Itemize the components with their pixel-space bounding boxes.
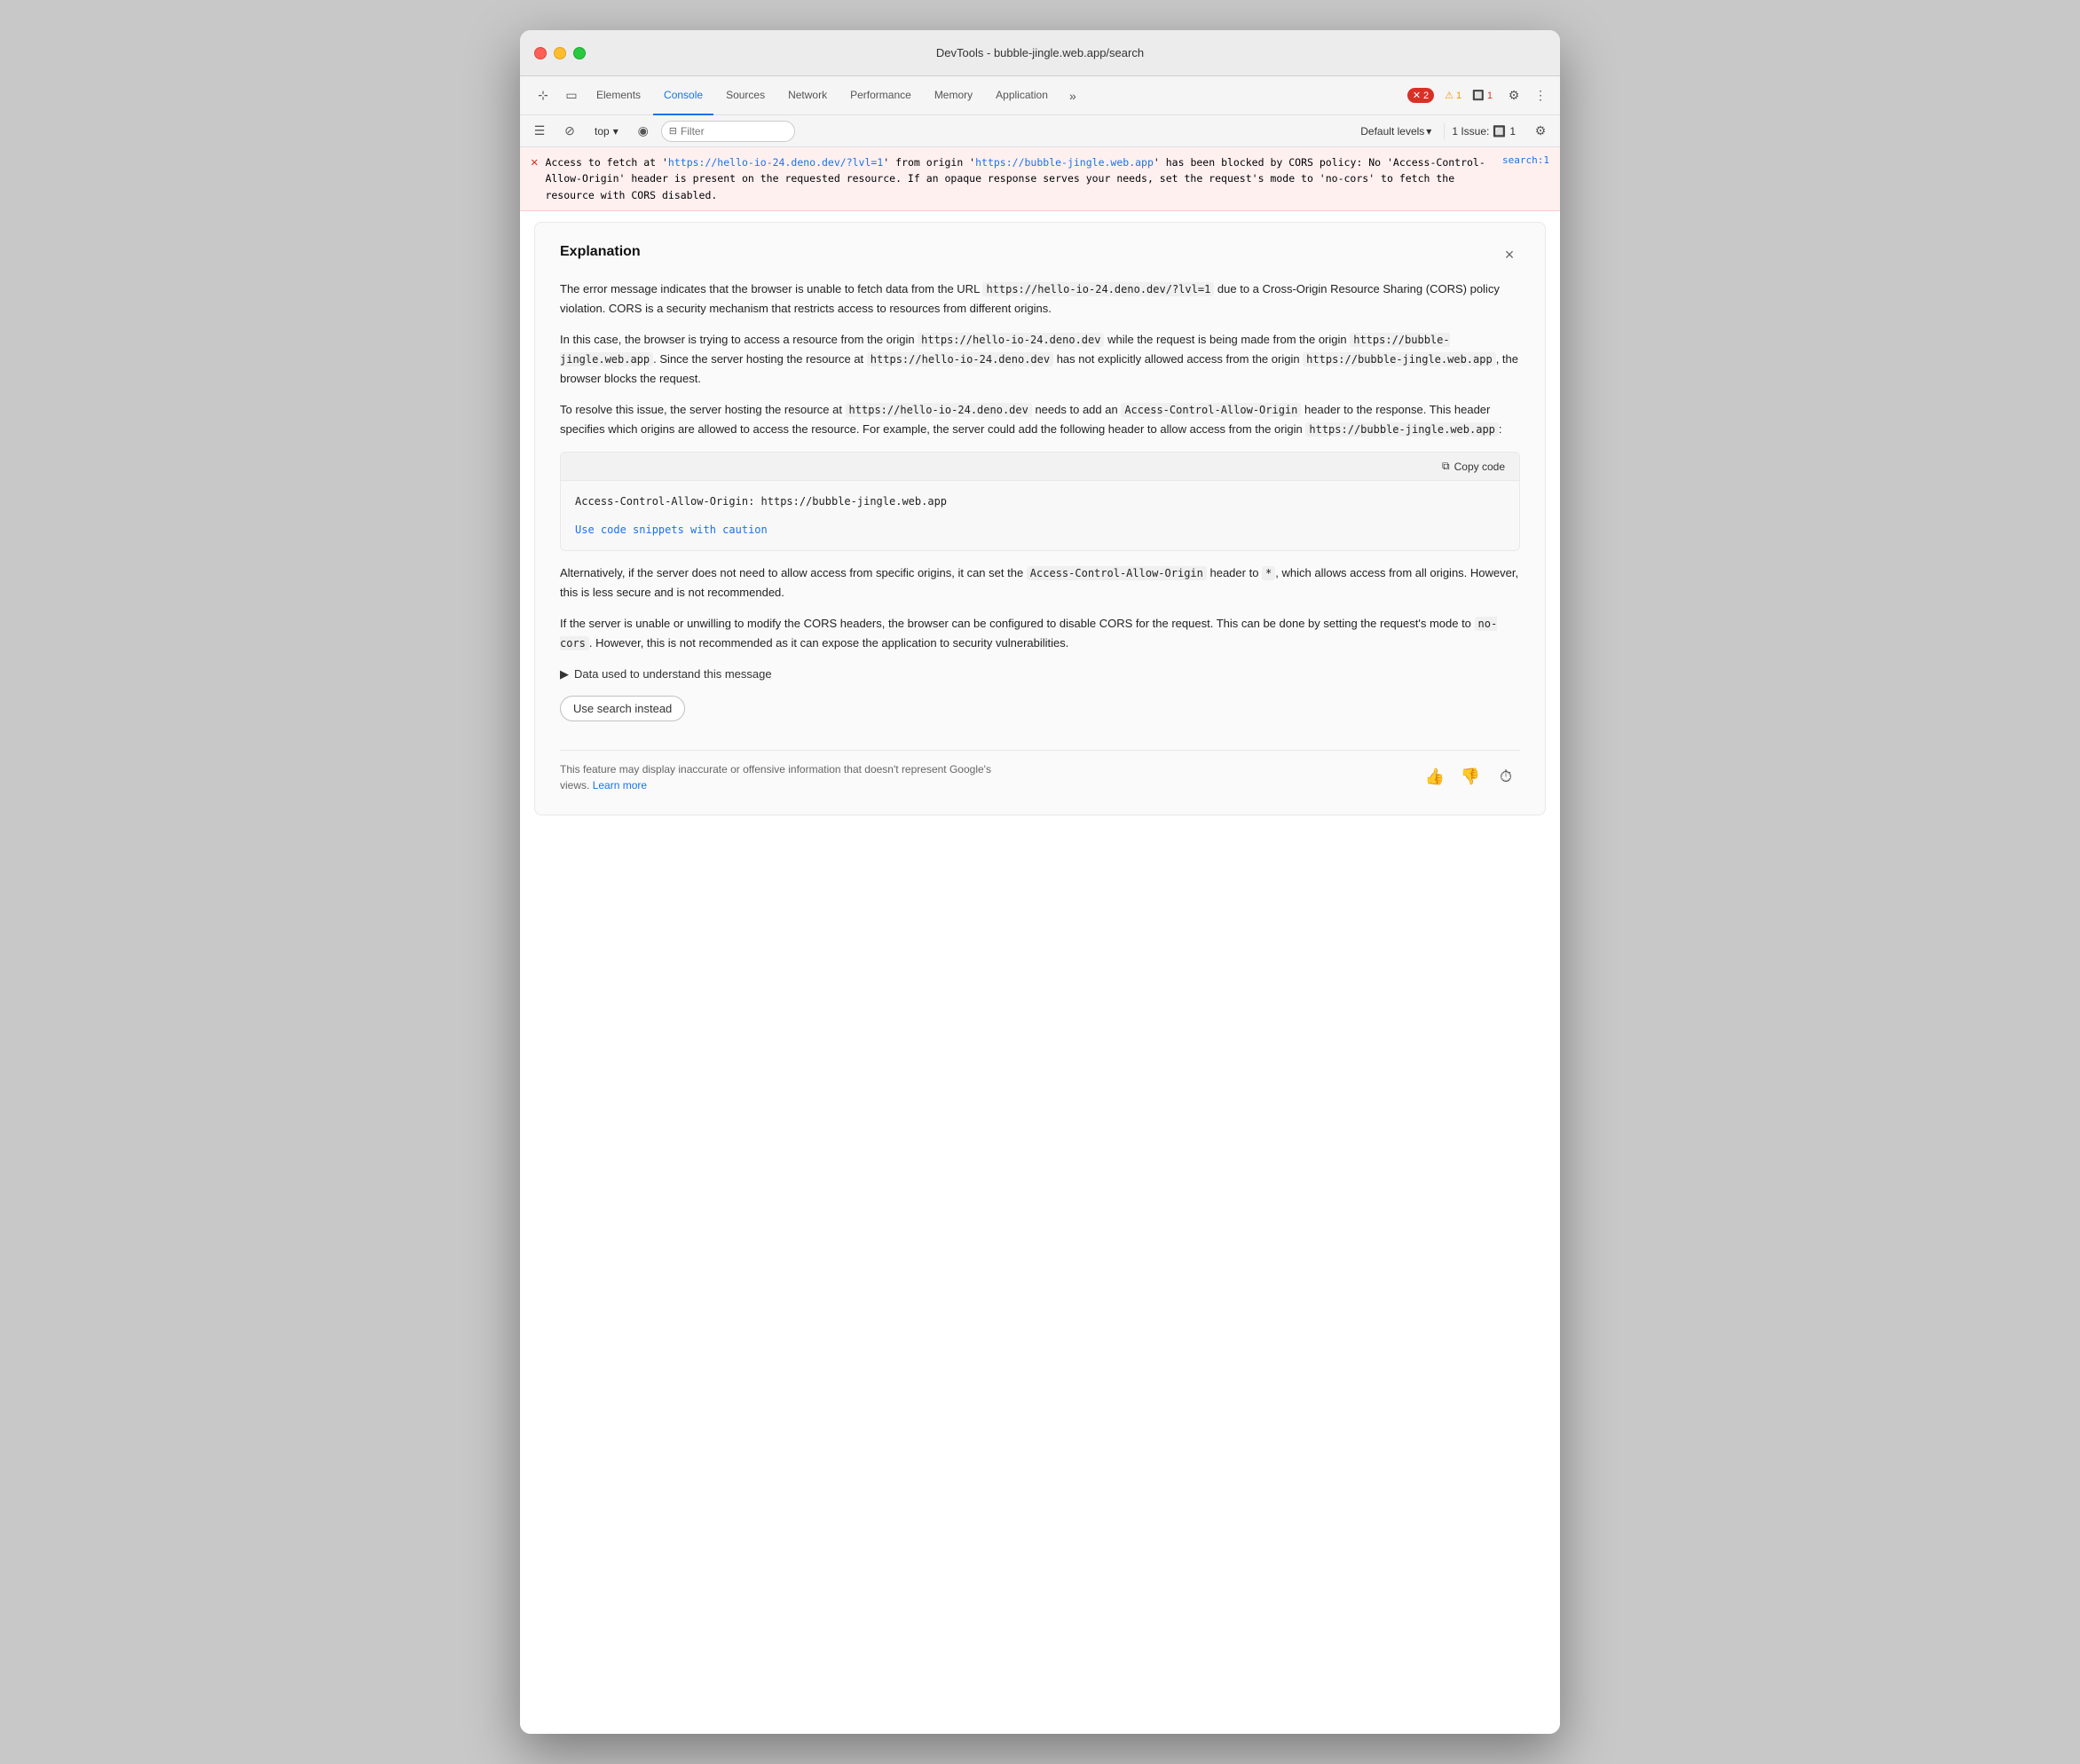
issues-count: 1 [1509, 125, 1516, 138]
use-search-button[interactable]: Use search instead [560, 696, 685, 721]
levels-dropdown-icon: ▾ [1426, 125, 1431, 138]
badge-group: ✕ 2 ⚠ 1 🔲 1 [1407, 88, 1493, 103]
copy-code-button[interactable]: ⧉ Copy code [1437, 458, 1510, 475]
para5-code: no-cors [560, 617, 1497, 650]
code-block-header: ⧉ Copy code [561, 453, 1519, 481]
minimize-window-button[interactable] [554, 47, 566, 59]
error-count: 2 [1423, 91, 1429, 101]
default-levels-label: Default levels [1360, 125, 1424, 138]
tab-performance[interactable]: Performance [839, 76, 922, 115]
device-icon[interactable]: ▭ [559, 83, 584, 108]
console-sub-toolbar: ☰ ⊘ top ▾ ◉ ⊟ Default levels ▾ 1 Issue: … [520, 115, 1560, 147]
para1-url: https://hello-io-24.deno.dev/?lvl=1 [982, 282, 1214, 296]
tab-network[interactable]: Network [777, 76, 838, 115]
console-settings-icon[interactable]: ⚙ [1528, 119, 1553, 144]
issues-section[interactable]: 1 Issue: 🔲 1 [1444, 123, 1523, 139]
warn-count: 1 [1456, 91, 1462, 101]
report-button[interactable]: ⏱ [1492, 763, 1520, 791]
explanation-card: Explanation × The error message indicate… [534, 222, 1546, 815]
copy-icon: ⧉ [1442, 460, 1450, 473]
traffic-lights [534, 47, 586, 59]
footer-actions: 👍 👎 ⏱ [1421, 763, 1520, 791]
code-block: ⧉ Copy code Access-Control-Allow-Origin:… [560, 452, 1520, 551]
thumbs-up-button[interactable]: 👍 [1421, 763, 1449, 791]
filter-input-container[interactable]: ⊟ [661, 121, 795, 142]
filter-input[interactable] [681, 125, 787, 138]
issue-count: 1 [1487, 91, 1493, 101]
para2-url3: https://hello-io-24.deno.dev [867, 352, 1053, 366]
thumbs-down-button[interactable]: 👎 [1456, 763, 1485, 791]
context-selector[interactable]: top ▾ [587, 120, 626, 143]
filter-icon: ⊟ [669, 125, 677, 137]
error-url2-link[interactable]: https://bubble-jingle.web.app [975, 156, 1154, 169]
para4-code2: * [1262, 566, 1275, 580]
more-tabs-icon[interactable]: » [1060, 83, 1085, 108]
console-content: ✕ Access to fetch at 'https://hello-io-2… [520, 147, 1560, 1734]
explanation-para5: If the server is unable or unwilling to … [560, 614, 1520, 653]
para3-code1: Access-Control-Allow-Origin [1121, 403, 1301, 417]
context-label: top [595, 125, 610, 138]
card-footer: This feature may display inaccurate or o… [560, 750, 1520, 793]
warn-icon: ⚠ [1445, 90, 1454, 101]
card-title: Explanation [560, 244, 641, 260]
warn-badge[interactable]: ⚠ 1 [1439, 88, 1467, 103]
title-bar: DevTools - bubble-jingle.web.app/search [520, 30, 1560, 76]
issues-label: 1 Issue: [1452, 125, 1489, 138]
default-levels-button[interactable]: Default levels ▾ [1353, 120, 1438, 143]
issues-icon: 🔲 [1493, 125, 1506, 138]
tab-memory[interactable]: Memory [924, 76, 983, 115]
maximize-window-button[interactable] [573, 47, 586, 59]
card-header: Explanation × [560, 244, 1520, 265]
tab-sources[interactable]: Sources [715, 76, 776, 115]
explanation-para1: The error message indicates that the bro… [560, 280, 1520, 318]
explanation-para4: Alternatively, if the server does not ne… [560, 563, 1520, 602]
more-options-icon[interactable]: ⋮ [1528, 83, 1553, 108]
footer-disclaimer: This feature may display inaccurate or o… [560, 761, 1004, 793]
error-source-link[interactable]: search:1 [1502, 154, 1549, 166]
card-body: The error message indicates that the bro… [560, 280, 1520, 735]
error-icon: ✕ [1413, 90, 1421, 101]
close-window-button[interactable] [534, 47, 547, 59]
error-badge[interactable]: ✕ 2 [1407, 88, 1434, 103]
para4-code: Access-Control-Allow-Origin [1027, 566, 1207, 580]
clear-console-icon[interactable]: ⊘ [557, 119, 582, 144]
explanation-para2: In this case, the browser is trying to a… [560, 330, 1520, 388]
eye-icon[interactable]: ◉ [631, 119, 656, 144]
data-used-arrow-icon: ▶ [560, 667, 569, 681]
copy-code-label: Copy code [1454, 461, 1505, 473]
tab-console[interactable]: Console [653, 76, 713, 115]
settings-icon[interactable]: ⚙ [1501, 83, 1526, 108]
error-circle-icon: ✕ [531, 155, 538, 169]
close-card-button[interactable]: × [1499, 244, 1520, 265]
data-used-toggle[interactable]: ▶ Data used to understand this message [560, 667, 772, 681]
para3-url2: https://bubble-jingle.web.app [1305, 422, 1499, 437]
devtools-tabs: ⊹ ▭ Elements Console Sources Network Per… [520, 76, 1560, 115]
code-caution-link[interactable]: Use code snippets with caution [561, 522, 1519, 550]
error-text: Access to fetch at 'https://hello-io-24.… [545, 154, 1492, 203]
tab-elements[interactable]: Elements [586, 76, 651, 115]
issue-badge[interactable]: 🔲 1 [1472, 90, 1493, 101]
toolbar-icons: ⊹ ▭ [531, 83, 584, 108]
context-dropdown-icon: ▾ [613, 125, 618, 138]
tab-application[interactable]: Application [985, 76, 1059, 115]
para2-url1: https://hello-io-24.deno.dev [918, 333, 1104, 347]
devtools-window: DevTools - bubble-jingle.web.app/search … [520, 30, 1560, 1734]
issue-icon: 🔲 [1472, 90, 1485, 101]
window-title: DevTools - bubble-jingle.web.app/search [936, 46, 1144, 59]
learn-more-link[interactable]: Learn more [593, 779, 647, 791]
inspect-icon[interactable]: ⊹ [531, 83, 555, 108]
para3-url: https://hello-io-24.deno.dev [846, 403, 1032, 417]
data-used-section: ▶ Data used to understand this message [560, 667, 1520, 681]
sidebar-toggle-icon[interactable]: ☰ [527, 119, 552, 144]
console-error-row: ✕ Access to fetch at 'https://hello-io-2… [520, 147, 1560, 211]
code-snippet: Access-Control-Allow-Origin: https://bub… [561, 481, 1519, 522]
data-used-label: Data used to understand this message [574, 667, 772, 681]
para2-url4: https://bubble-jingle.web.app [1303, 352, 1496, 366]
error-url1-link[interactable]: https://hello-io-24.deno.dev/?lvl=1 [668, 156, 883, 169]
explanation-para3: To resolve this issue, the server hostin… [560, 400, 1520, 439]
